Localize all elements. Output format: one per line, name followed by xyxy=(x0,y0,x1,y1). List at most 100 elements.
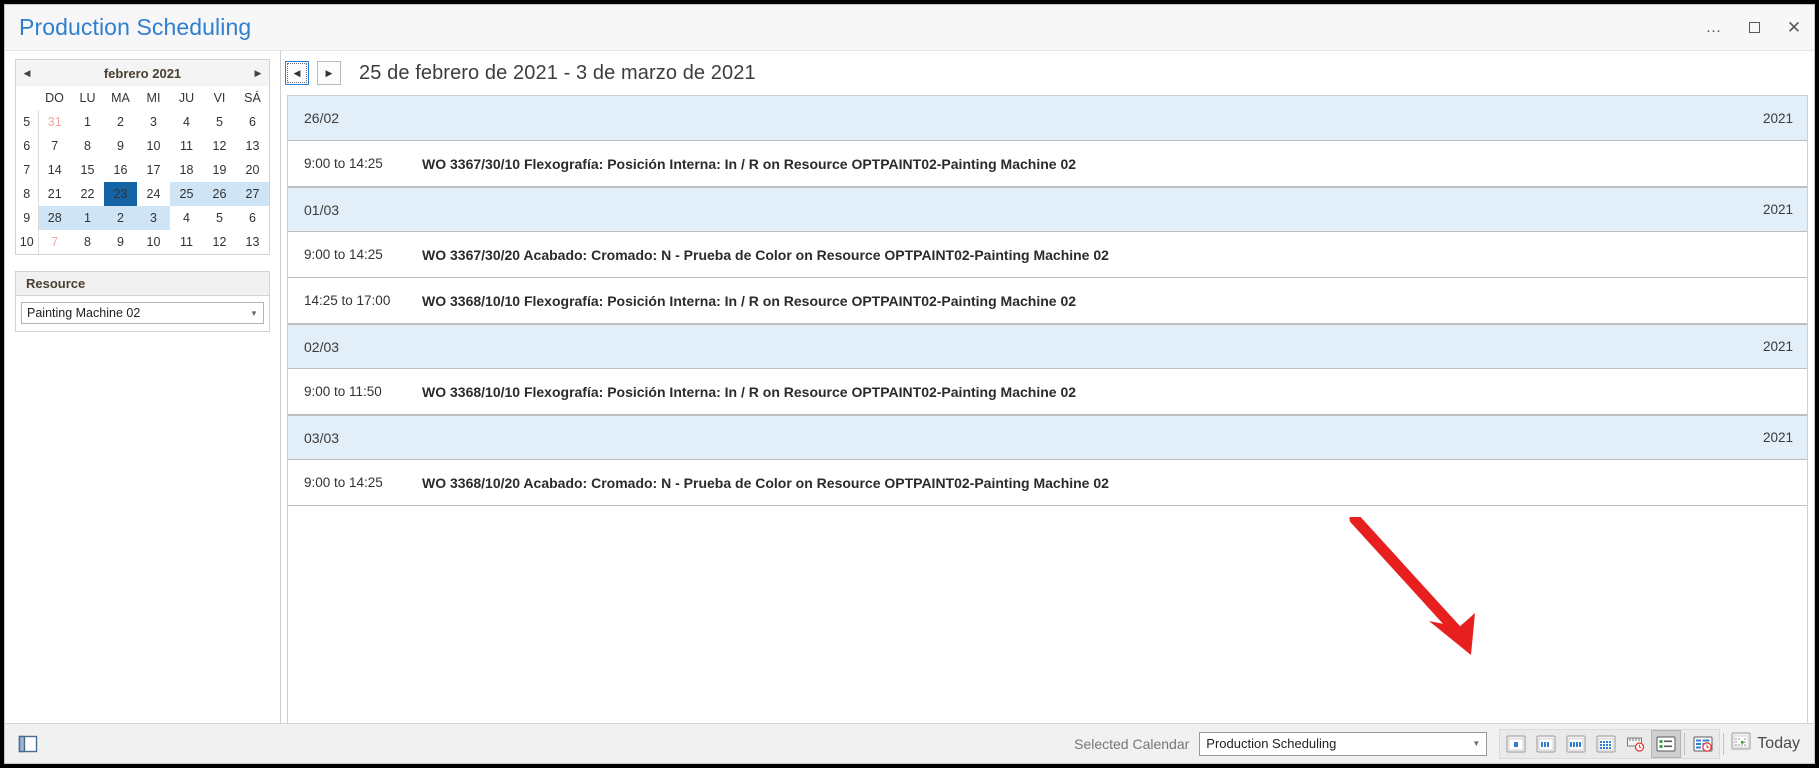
agenda-view[interactable]: 26/0220219:00 to 14:25WO 3367/30/10 Flex… xyxy=(287,95,1808,723)
prev-month-button[interactable]: ◀ xyxy=(16,61,38,85)
calendar-day-cell[interactable]: 7 xyxy=(38,134,71,158)
view-timeline-button[interactable] xyxy=(1621,730,1651,758)
chevron-down-icon[interactable]: ▼ xyxy=(245,309,263,318)
calendar-day-cell[interactable]: 7 xyxy=(38,230,71,254)
calendar-day-cell[interactable]: 9 xyxy=(104,230,137,254)
close-button[interactable]: ✕ xyxy=(1774,6,1814,50)
today-button[interactable]: Today xyxy=(1727,730,1808,758)
week-number: 5 xyxy=(16,110,38,134)
ellipsis-icon: … xyxy=(1706,25,1723,31)
calendar-day-cell[interactable]: 22 xyxy=(71,182,104,206)
agenda-day-header: 02/032021 xyxy=(288,324,1807,369)
calendar-day-cell[interactable]: 16 xyxy=(104,158,137,182)
weekday-header: DO xyxy=(38,86,71,110)
agenda-day-year: 2021 xyxy=(1763,202,1793,217)
calendar-day-cell[interactable]: 2 xyxy=(104,110,137,134)
calendar-day-cell[interactable]: 31 xyxy=(38,110,71,134)
calendar-day-cell[interactable]: 18 xyxy=(170,158,203,182)
previous-period-button[interactable]: ◀ xyxy=(285,61,309,85)
calendar-day-cell[interactable]: 10 xyxy=(137,230,170,254)
calendar-day-cell[interactable]: 3 xyxy=(137,206,170,230)
calendar-day-cell[interactable]: 10 xyxy=(137,134,170,158)
view-day-button[interactable] xyxy=(1501,730,1531,758)
next-month-button[interactable]: ▶ xyxy=(247,61,269,85)
week-number: 9 xyxy=(16,206,38,230)
calendar-day-cell[interactable]: 27 xyxy=(236,182,269,206)
weekday-header: MA xyxy=(104,86,137,110)
today-button-label: Today xyxy=(1757,735,1800,753)
calendar-day-cell[interactable]: 3 xyxy=(137,110,170,134)
selected-calendar-value: Production Scheduling xyxy=(1206,736,1466,751)
calendar-week-row: 821222324252627 xyxy=(16,182,269,206)
calendar-week-row: 714151617181920 xyxy=(16,158,269,182)
date-navigator: ◀ febrero 2021 ▶ DO LU MA MI JU VI xyxy=(15,59,270,255)
week-number: 7 xyxy=(16,158,38,182)
agenda-day-year: 2021 xyxy=(1763,430,1793,445)
resource-select[interactable]: Painting Machine 02 ▼ xyxy=(21,302,264,324)
calendar-day-cell[interactable]: 28 xyxy=(38,206,71,230)
calendar-day-cell[interactable]: 4 xyxy=(170,206,203,230)
more-options-button[interactable]: … xyxy=(1694,6,1734,50)
calendar-day-cell[interactable]: 6 xyxy=(236,110,269,134)
agenda-event-time: 9:00 to 14:25 xyxy=(304,156,422,171)
view-agenda-button[interactable] xyxy=(1651,730,1681,758)
calendar-day-cell[interactable]: 17 xyxy=(137,158,170,182)
agenda-event-title: WO 3367/30/20 Acabado: Cromado: N - Prue… xyxy=(422,247,1109,263)
weekday-header: VI xyxy=(203,86,236,110)
view-work-week-button[interactable] xyxy=(1531,730,1561,758)
calendar-day-cell[interactable]: 23 xyxy=(104,182,137,206)
agenda-event-row[interactable]: 9:00 to 14:25WO 3368/10/20 Acabado: Crom… xyxy=(288,460,1807,506)
agenda-event-title: WO 3367/30/10 Flexografía: Posición Inte… xyxy=(422,156,1076,172)
calendar-day-cell[interactable]: 8 xyxy=(71,230,104,254)
mini-calendar[interactable]: DO LU MA MI JU VI SÁ 5311234566789101112… xyxy=(16,86,269,254)
next-period-button[interactable]: ▶ xyxy=(317,61,341,85)
calendar-day-cell[interactable]: 8 xyxy=(71,134,104,158)
calendar-day-cell[interactable]: 1 xyxy=(71,110,104,134)
view-schedule-button[interactable] xyxy=(1688,730,1718,758)
calendar-day-cell[interactable]: 12 xyxy=(203,230,236,254)
calendar-day-cell[interactable]: 20 xyxy=(236,158,269,182)
calendar-day-cell[interactable]: 26 xyxy=(203,182,236,206)
agenda-event-time: 14:25 to 17:00 xyxy=(304,293,422,308)
calendar-day-cell[interactable]: 2 xyxy=(104,206,137,230)
calendar-day-cell[interactable]: 5 xyxy=(203,110,236,134)
calendar-day-cell[interactable]: 13 xyxy=(236,134,269,158)
calendar-day-cell[interactable]: 9 xyxy=(104,134,137,158)
calendar-day-cell[interactable]: 24 xyxy=(137,182,170,206)
calendar-week-row: 928123456 xyxy=(16,206,269,230)
view-week-button[interactable] xyxy=(1561,730,1591,758)
agenda-day-date: 03/03 xyxy=(304,430,339,446)
calendar-day-cell[interactable]: 19 xyxy=(203,158,236,182)
calendar-day-cell[interactable]: 13 xyxy=(236,230,269,254)
close-icon: ✕ xyxy=(1787,19,1801,36)
agenda-event-row[interactable]: 14:25 to 17:00WO 3368/10/10 Flexografía:… xyxy=(288,278,1807,324)
panel-layout-icon[interactable] xyxy=(15,731,41,757)
agenda-event-title: WO 3368/10/10 Flexografía: Posición Inte… xyxy=(422,384,1076,400)
calendar-day-cell[interactable]: 1 xyxy=(71,206,104,230)
agenda-day-header: 03/03 2021 xyxy=(288,415,1807,460)
date-navigator-month-title: febrero 2021 xyxy=(38,66,247,81)
calendar-day-cell[interactable]: 11 xyxy=(170,134,203,158)
calendar-day-cell[interactable]: 11 xyxy=(170,230,203,254)
chevron-down-icon[interactable]: ▼ xyxy=(1466,739,1486,748)
calendar-today-icon xyxy=(1731,732,1751,755)
calendar-day-cell[interactable]: 14 xyxy=(38,158,71,182)
agenda-event-row[interactable]: 9:00 to 14:25WO 3367/30/10 Flexografía: … xyxy=(288,141,1807,187)
weekday-header: LU xyxy=(71,86,104,110)
calendar-day-cell[interactable]: 12 xyxy=(203,134,236,158)
selected-calendar-select[interactable]: Production Scheduling ▼ xyxy=(1199,732,1487,756)
view-month-button[interactable] xyxy=(1591,730,1621,758)
agenda-day-header: 26/022021 xyxy=(288,96,1807,141)
maximize-button[interactable] xyxy=(1734,6,1774,50)
calendar-day-cell[interactable]: 6 xyxy=(236,206,269,230)
calendar-day-cell[interactable]: 5 xyxy=(203,206,236,230)
calendar-day-cell[interactable]: 4 xyxy=(170,110,203,134)
calendar-day-cell[interactable]: 21 xyxy=(38,182,71,206)
resource-panel-body: Painting Machine 02 ▼ xyxy=(16,296,269,331)
agenda-event-row[interactable]: 9:00 to 14:25WO 3367/30/20 Acabado: Crom… xyxy=(288,232,1807,278)
agenda-event-row[interactable]: 9:00 to 11:50WO 3368/10/10 Flexografía: … xyxy=(288,369,1807,415)
calendar-day-cell[interactable]: 25 xyxy=(170,182,203,206)
date-range-label: 25 de febrero de 2021 - 3 de marzo de 20… xyxy=(359,62,756,85)
chevron-left-icon: ◀ xyxy=(294,68,301,79)
calendar-day-cell[interactable]: 15 xyxy=(71,158,104,182)
